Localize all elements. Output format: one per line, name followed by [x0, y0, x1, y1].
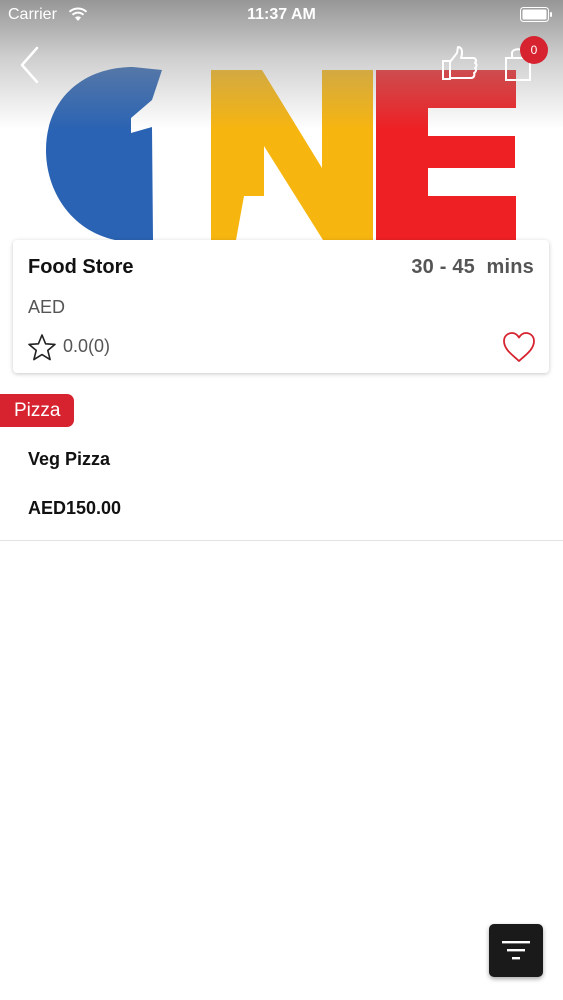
- favorite-button[interactable]: [501, 330, 537, 364]
- battery-icon: [520, 7, 552, 22]
- menu-item-price: AED150.00: [28, 498, 122, 518]
- cart-count-badge: 0: [520, 36, 548, 64]
- thumbs-up-icon: [442, 46, 478, 80]
- like-button[interactable]: [440, 44, 480, 84]
- back-arrow-icon: [20, 46, 39, 84]
- filter-icon: [502, 941, 530, 960]
- clock: 11:37 AM: [247, 6, 316, 23]
- store-info-card: Food Store 30 - 45 mins AED 0.0(0): [13, 240, 549, 373]
- back-button[interactable]: [14, 44, 48, 84]
- filter-button[interactable]: [489, 924, 543, 977]
- divider: [0, 540, 563, 541]
- rating-text: 0.0(0): [63, 336, 111, 356]
- star-icon: [28, 334, 56, 361]
- store-banner: [0, 0, 563, 245]
- status-bar: Carrier 11:37 AM: [0, 0, 563, 30]
- delivery-time: 30 - 45 mins: [411, 256, 534, 278]
- menu-item-name[interactable]: Veg Pizza: [28, 449, 110, 470]
- store-name: Food Store: [28, 256, 134, 278]
- heart-icon: [503, 332, 535, 362]
- store-currency: AED: [28, 297, 66, 317]
- category-tag[interactable]: Pizza: [0, 394, 75, 427]
